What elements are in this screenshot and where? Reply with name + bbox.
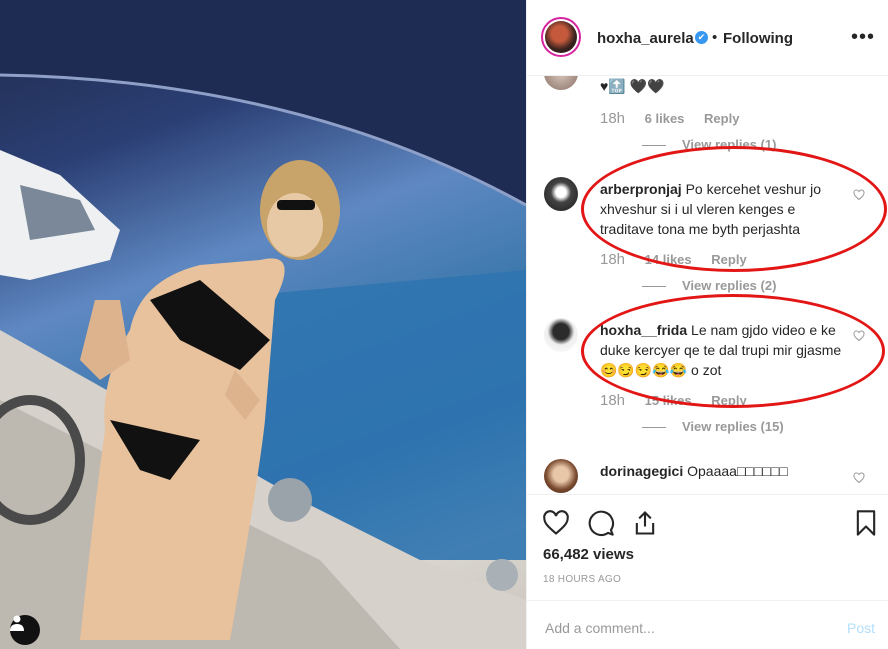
post-actions: 66,482 views 18 HOURS AGO [527, 494, 888, 614]
comment-body: arberpronjaj Po kercehet veshur jo xhves… [600, 179, 850, 239]
view-replies-button[interactable]: View replies (2) [644, 278, 776, 293]
commenter-avatar[interactable] [544, 459, 578, 493]
comment-meta: 18h 6 likes Reply [600, 110, 755, 127]
post-timestamp[interactable]: 18 HOURS AGO [543, 574, 621, 585]
reply-button[interactable]: Reply [704, 111, 739, 126]
post-details-panel: hoxha_aurela ✔ • Following ••• ♥🔝 🖤🖤 18h… [526, 0, 888, 649]
comment-likes[interactable]: 15 likes [645, 393, 692, 408]
add-comment-bar: Post [527, 600, 888, 649]
bookmark-icon[interactable] [852, 509, 880, 537]
like-comment-icon[interactable] [853, 189, 865, 201]
add-comment-input[interactable] [543, 619, 807, 637]
post-button[interactable]: Post [847, 620, 875, 636]
comment-likes[interactable]: 14 likes [645, 252, 692, 267]
more-icon[interactable]: ••• [851, 26, 875, 49]
reply-button[interactable]: Reply [711, 393, 746, 408]
verified-icon: ✔ [695, 31, 708, 44]
comments-list[interactable]: ♥🔝 🖤🖤 18h 6 likes Reply View replies (1)… [527, 76, 888, 494]
commenter-avatar[interactable] [544, 177, 578, 211]
comment-time[interactable]: 18h [600, 392, 625, 409]
commenter-username[interactable]: dorinagegici [600, 463, 683, 479]
following-button[interactable]: Following [723, 30, 793, 47]
commenter-avatar[interactable] [544, 76, 578, 90]
reply-button[interactable]: Reply [711, 252, 746, 267]
comment-icon[interactable] [587, 509, 615, 537]
author-avatar[interactable] [541, 17, 581, 57]
comment-time[interactable]: 18h [600, 110, 625, 127]
video-frame-illustration [0, 0, 526, 649]
user-tag-icon[interactable] [10, 615, 40, 645]
view-count[interactable]: 66,482 views [543, 546, 634, 563]
comment-body: dorinagegici Opaaaa□□□□□□ [600, 461, 850, 481]
comment-time[interactable]: 18h [600, 251, 625, 268]
author-username[interactable]: hoxha_aurela [597, 30, 694, 47]
comment-meta: 18h 15 likes Reply [600, 392, 763, 409]
post-video[interactable] [0, 0, 526, 649]
comment-body: hoxha__frida Le nam gjdo video e ke duke… [600, 320, 850, 380]
view-replies-button[interactable]: View replies (15) [644, 419, 784, 434]
separator-dot: • [712, 29, 718, 46]
view-replies-button[interactable]: View replies (1) [644, 137, 776, 152]
post-header: hoxha_aurela ✔ • Following ••• [527, 0, 888, 76]
share-icon[interactable] [631, 509, 659, 537]
commenter-username[interactable]: arberpronjaj [600, 181, 682, 197]
comment-meta: 18h 14 likes Reply [600, 251, 763, 268]
commenter-username[interactable]: hoxha__frida [600, 322, 687, 338]
like-comment-icon[interactable] [853, 330, 865, 342]
heart-icon[interactable] [542, 509, 570, 537]
comment-text: Opaaaa□□□□□□ [687, 463, 788, 479]
commenter-avatar[interactable] [544, 318, 578, 352]
like-comment-icon[interactable] [853, 472, 865, 484]
comment-likes[interactable]: 6 likes [645, 111, 685, 126]
comment-text: ♥🔝 🖤🖤 [600, 78, 665, 94]
